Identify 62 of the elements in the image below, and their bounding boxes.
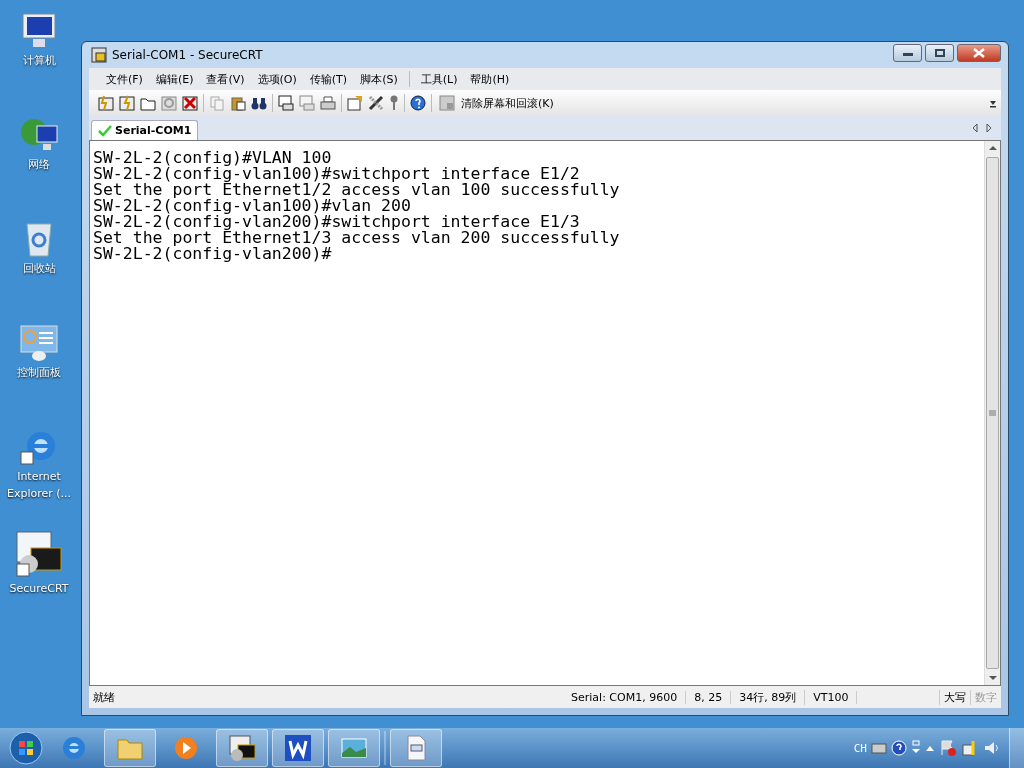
start-orb-icon[interactable] (8, 730, 44, 766)
checkmark-icon (98, 124, 112, 137)
printer-window-icon[interactable] (278, 95, 294, 111)
menu-item[interactable]: 编辑(E) (150, 71, 199, 87)
key-indicator: 数字 (970, 689, 1001, 705)
minimize-icon (902, 50, 913, 56)
show-hidden-icons-icon[interactable] (925, 744, 935, 752)
terminal-app-icon[interactable] (227, 733, 257, 763)
tab-scroll-left-icon[interactable] (971, 123, 979, 133)
terminal-line: SW-2L-2(config-vlan100)#switchport interface E1/2 (93, 166, 580, 182)
printer-icon[interactable] (320, 95, 336, 111)
window-title: Serial-COM1 - SecureCRT (112, 48, 263, 62)
letter-w-icon[interactable] (283, 733, 313, 763)
maximize-icon (934, 49, 945, 57)
scroll-down-icon[interactable] (988, 675, 997, 681)
terminal-app-icon[interactable] (15, 530, 63, 578)
menu-item[interactable]: 查看(V) (201, 71, 250, 87)
options-caret-icon[interactable] (911, 740, 921, 756)
control-panel-icon[interactable] (19, 322, 59, 362)
status-field: 8, 25 (686, 690, 732, 704)
lightning-window-icon[interactable] (98, 95, 114, 111)
session-tab[interactable]: Serial-COM1 (91, 120, 199, 140)
menu-item[interactable]: 选项(O) (252, 71, 302, 87)
clipboard-icon[interactable] (230, 95, 246, 111)
terminal-line: Set the port Ethernet1/3 access vlan 200 successfully (93, 230, 620, 246)
close-icon (973, 48, 985, 58)
disconnect-icon[interactable] (182, 95, 198, 111)
menu-item[interactable]: 文件(F) (101, 71, 148, 87)
scroll-up-icon[interactable] (988, 145, 997, 151)
speaker-icon[interactable] (983, 739, 1001, 757)
menu-item[interactable]: 工具(L) (415, 71, 463, 87)
terminal-line: SW-2L-2(config-vlan100)#vlan 200 (93, 198, 411, 214)
maximize-button[interactable] (925, 44, 954, 62)
close-button[interactable] (957, 44, 1001, 62)
toolbar-overflow-icon[interactable] (989, 98, 997, 108)
menu-item[interactable]: 脚本(S) (355, 71, 403, 87)
flag-icon[interactable] (939, 739, 957, 757)
binoculars-icon[interactable] (251, 95, 267, 111)
terminal-line: SW-2L-2(config-vlan200)# (93, 246, 332, 262)
grip-icon (989, 410, 996, 416)
computer-icon[interactable] (19, 10, 59, 50)
terminal-line: Set the port Ethernet1/2 access vlan 100 successfully (93, 182, 620, 198)
scrollbar[interactable] (984, 141, 1000, 685)
clear-screen-button[interactable]: 清除屏幕和回滚(K) (437, 95, 556, 111)
menu-item[interactable]: 传输(T) (304, 71, 353, 87)
status-field: 34行, 89列 (731, 689, 806, 705)
clear-screen-icon (439, 95, 455, 111)
help-icon[interactable] (410, 95, 426, 111)
app-window-icon (91, 47, 107, 63)
minimize-button[interactable] (893, 44, 922, 62)
status-message: 就绪 (92, 689, 116, 705)
terminal-line: SW-2L-2(config-vlan200)#switchport interface E1/3 (93, 214, 580, 230)
lightning-window-icon[interactable] (119, 95, 135, 111)
key-icon[interactable] (389, 95, 399, 111)
menu-item[interactable]: 帮助(H) (465, 71, 515, 87)
key-indicator: 大写 (939, 689, 970, 705)
keyboard-icon[interactable] (871, 742, 887, 754)
folder-window-icon[interactable] (140, 95, 156, 111)
status-field: VT100 (805, 690, 858, 704)
status-field: Serial: COM1, 9600 (563, 690, 687, 704)
terminal-line: SW-2L-2(config)#VLAN 100 (93, 150, 332, 166)
tab-scroll-right-icon[interactable] (985, 123, 993, 133)
